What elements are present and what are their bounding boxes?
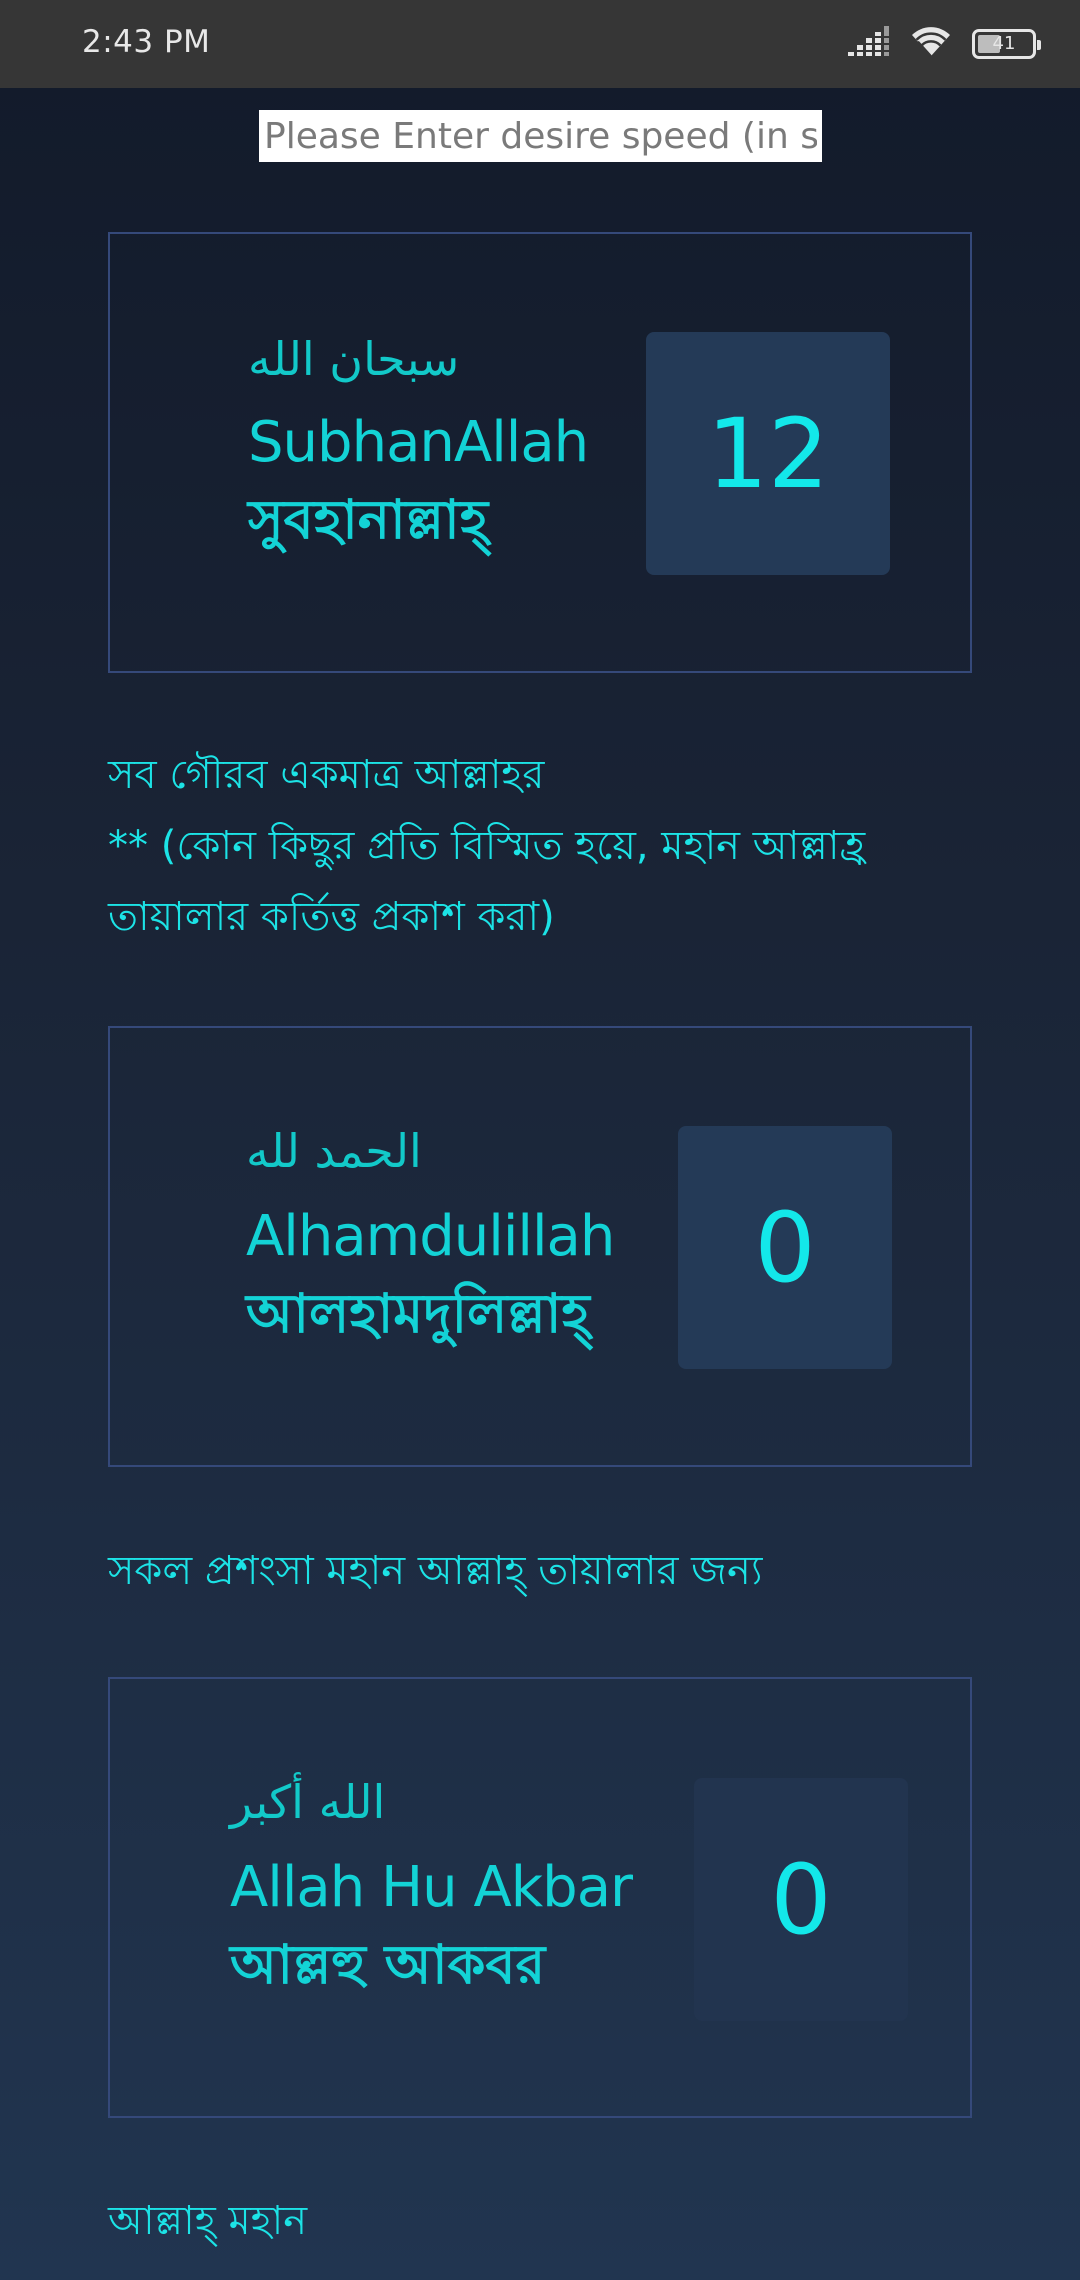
arabic-text: سبحان الله bbox=[248, 332, 460, 386]
meaning-line: সব গৌরব একমাত্র আল্লাহর bbox=[108, 752, 545, 798]
bengali-text: আল্লহু আকবর bbox=[230, 1933, 546, 1996]
wifi-icon bbox=[910, 26, 952, 62]
latin-text: Allah Hu Akbar bbox=[230, 1855, 633, 1920]
signal-icon bbox=[846, 26, 890, 62]
latin-text: SubhanAllah bbox=[248, 410, 589, 475]
bengali-text: সুবহানাল্লাহ্ bbox=[248, 488, 489, 551]
arabic-text: الحمد لله bbox=[246, 1124, 422, 1178]
counter-button[interactable]: 0 bbox=[678, 1126, 892, 1369]
meaning-line: ** (কোন কিছুর প্রতি বিস্মিত হয়ে, মহান আ… bbox=[108, 823, 866, 869]
battery-level: 41 bbox=[992, 33, 1016, 54]
meaning-line: তায়ালার কর্তিত্ত প্রকাশ করা) bbox=[108, 894, 555, 940]
speed-input[interactable] bbox=[259, 110, 822, 162]
battery-icon: 41 bbox=[972, 29, 1041, 59]
meaning-alhamdulillah: সকল প্রশংসা মহান আল্লাহ্ তায়ালার জন্য bbox=[108, 1536, 972, 1607]
dhikr-card-allahuakbar: الله أكبر Allah Hu Akbar আল্লহু আকবর 0 bbox=[108, 1677, 972, 2118]
latin-text: Alhamdulillah bbox=[246, 1204, 615, 1269]
dhikr-text-group: الحمد لله Alhamdulillah আলহামদুলিল্লাহ্ bbox=[246, 1124, 615, 1350]
bengali-text: আলহামদুলিল্লাহ্ bbox=[246, 1282, 590, 1345]
meaning-subhanallah: সব গৌরব একমাত্র আল্লাহর ** (কোন কিছুর প্… bbox=[108, 740, 972, 953]
dhikr-text-group: سبحان الله SubhanAllah সুবহানাল্লাহ্ bbox=[248, 332, 589, 556]
dhikr-card-subhanallah: سبحان الله SubhanAllah সুবহানাল্লাহ্ 12 bbox=[108, 232, 972, 673]
counter-button[interactable]: 0 bbox=[694, 1778, 908, 2021]
counter-button[interactable]: 12 bbox=[646, 332, 890, 575]
meaning-line: আল্লাহ্ মহান bbox=[108, 2198, 308, 2244]
status-time: 2:43 PM bbox=[82, 24, 211, 60]
dhikr-text-group: الله أكبر Allah Hu Akbar আল্লহু আকবর bbox=[230, 1775, 633, 2001]
meaning-allahuakbar: আল্লাহ্ মহান bbox=[108, 2186, 972, 2257]
arabic-text: الله أكبر bbox=[230, 1775, 386, 1829]
status-icons: 41 bbox=[846, 24, 1041, 64]
status-bar: 2:43 PM 41 bbox=[0, 0, 1080, 88]
dhikr-card-alhamdulillah: الحمد لله Alhamdulillah আলহামদুলিল্লাহ্ … bbox=[108, 1026, 972, 1467]
meaning-line: সকল প্রশংসা মহান আল্লাহ্ তায়ালার জন্য bbox=[108, 1548, 763, 1594]
